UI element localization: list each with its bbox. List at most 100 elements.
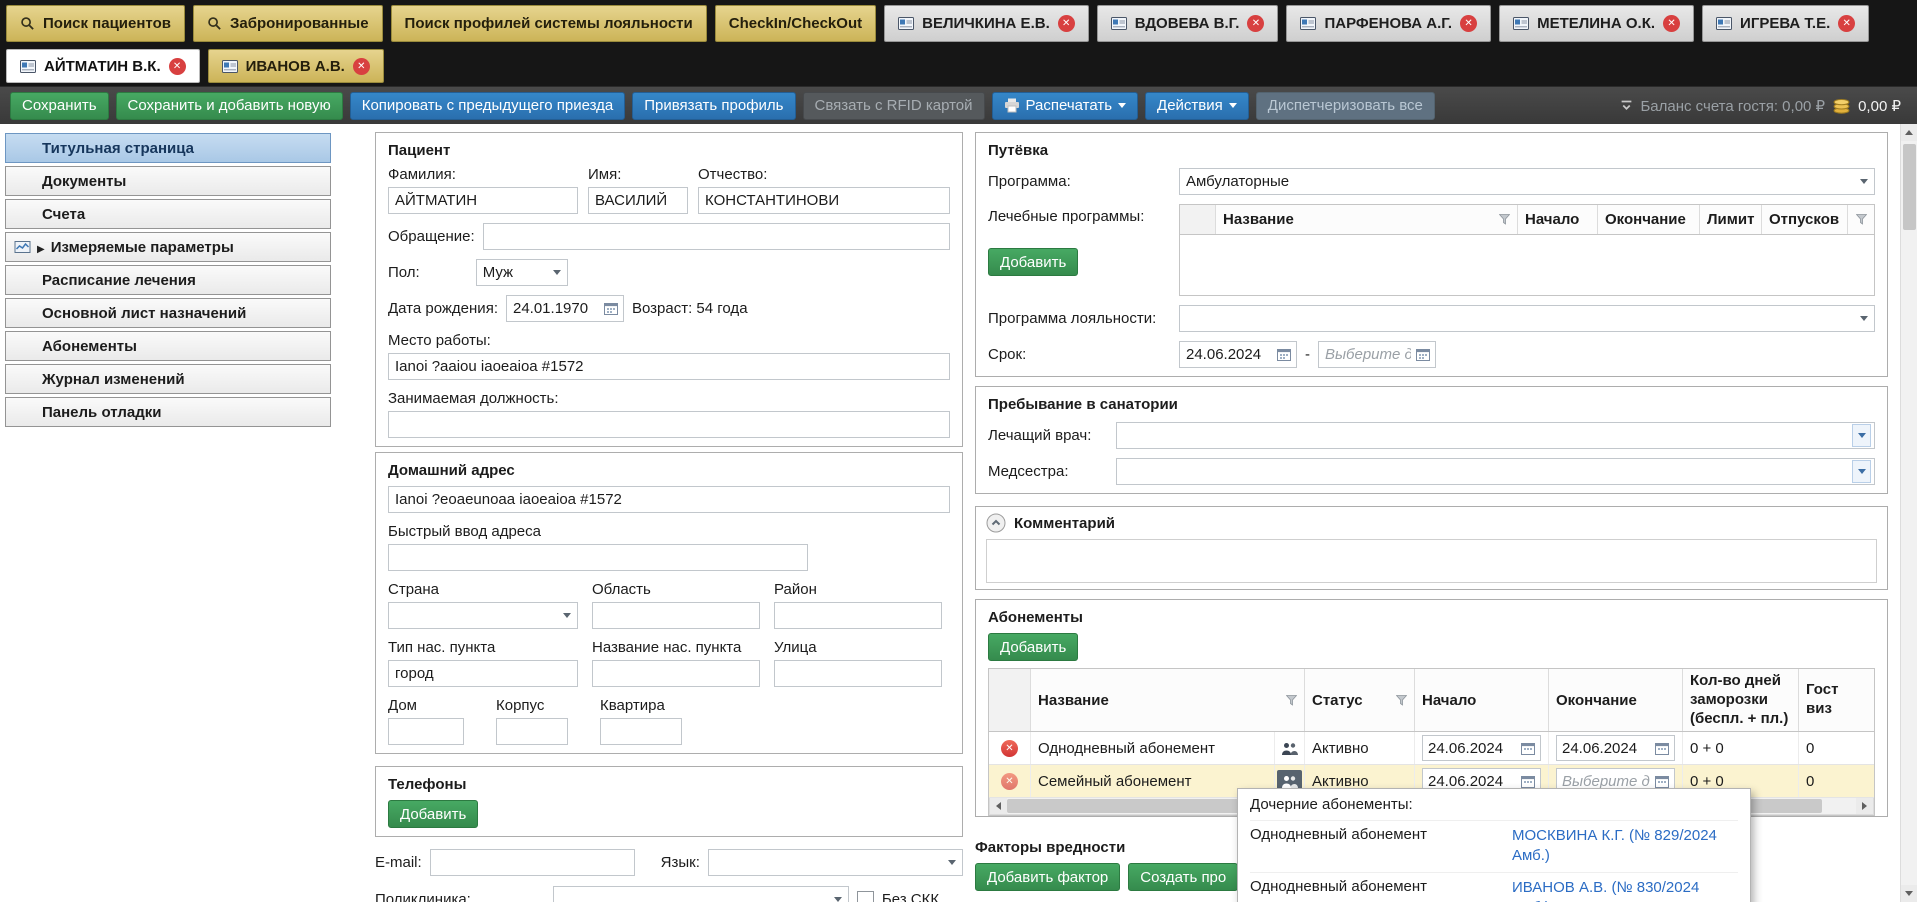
close-tab-icon[interactable] (1838, 15, 1855, 32)
calendar-icon[interactable] (1277, 348, 1291, 361)
comment-input[interactable] (986, 539, 1877, 583)
chevron-down-icon[interactable] (1852, 424, 1871, 447)
child-subscription-link[interactable]: ИВАНОВ А.В. (№ 830/2024 Амб.) (1512, 878, 1734, 902)
filter-icon[interactable] (1499, 214, 1510, 225)
program-select[interactable]: Амбулаторные (1179, 168, 1875, 195)
flat-input[interactable] (600, 718, 682, 745)
tab-booked[interactable]: Забронированные (193, 5, 383, 42)
sidebar-item-change-log[interactable]: Журнал изменений (5, 364, 331, 394)
actions-button[interactable]: Действия (1145, 92, 1249, 120)
chevron-down-icon[interactable] (1852, 460, 1871, 483)
save-and-add-button[interactable]: Сохранить и добавить новую (116, 92, 343, 120)
column-header-freeze-days[interactable]: Кол-во дней заморозки (беспл. + пл.) (1683, 669, 1799, 731)
subscription-end-date[interactable]: 24.06.2024 (1556, 735, 1675, 761)
close-tab-icon[interactable] (1460, 15, 1477, 32)
term-start-date-input[interactable] (1179, 341, 1297, 368)
district-input[interactable] (774, 602, 942, 629)
scroll-right-arrow-icon[interactable] (1856, 798, 1873, 814)
tab-loyalty-profiles-search[interactable]: Поиск профилей системы лояльности (391, 5, 707, 42)
settlement-type-input[interactable] (388, 660, 578, 687)
calendar-icon[interactable] (1416, 348, 1430, 361)
copy-previous-visit-button[interactable]: Копировать с предыдущего приезда (350, 92, 626, 120)
full-address-input[interactable] (388, 486, 950, 513)
bind-profile-button[interactable]: Привязать профиль (632, 92, 795, 120)
column-header-start[interactable]: Начало (1415, 669, 1549, 731)
tab-patient-metelina[interactable]: МЕТЕЛИНА О.К. (1499, 5, 1694, 42)
column-header-end[interactable]: Окончание (1598, 205, 1700, 234)
workplace-input[interactable] (388, 353, 950, 380)
family-members-icon[interactable] (1277, 737, 1302, 759)
email-input[interactable] (430, 849, 635, 876)
close-tab-icon[interactable] (353, 58, 370, 75)
tab-patient-velichkina[interactable]: ВЕЛИЧКИНА Е.В. (884, 5, 1089, 42)
calendar-icon[interactable] (604, 302, 618, 315)
close-tab-icon[interactable] (1247, 15, 1264, 32)
close-tab-icon[interactable] (169, 58, 186, 75)
create-profile-button[interactable]: Создать про (1128, 863, 1238, 891)
lastname-input[interactable] (388, 187, 578, 214)
clinic-select[interactable] (553, 886, 849, 902)
filter-icon[interactable] (1286, 695, 1297, 706)
calendar-icon[interactable] (1655, 775, 1669, 788)
column-header-end[interactable]: Окончание (1549, 669, 1683, 731)
filter-icon[interactable] (1856, 214, 1867, 225)
language-select[interactable] (708, 849, 963, 876)
vscroll-thumb[interactable] (1903, 144, 1916, 230)
sidebar-item-measured-params[interactable]: Измеряемые параметры (5, 232, 331, 262)
sidebar-item-accounts[interactable]: Счета (5, 199, 331, 229)
window-vscrollbar[interactable] (1900, 124, 1917, 902)
column-header-status[interactable]: Статус (1305, 669, 1415, 731)
tab-patient-parfenova[interactable]: ПАРФЕНОВА А.Г. (1286, 5, 1491, 42)
nurse-select[interactable] (1116, 458, 1875, 485)
loyalty-program-select[interactable] (1179, 305, 1875, 332)
house-input[interactable] (388, 718, 464, 745)
position-input[interactable] (388, 411, 950, 438)
no-skk-checkbox[interactable] (857, 891, 874, 902)
column-header-start[interactable]: Начало (1518, 205, 1598, 234)
close-tab-icon[interactable] (1663, 15, 1680, 32)
calendar-icon[interactable] (1521, 742, 1535, 755)
close-tab-icon[interactable] (1058, 15, 1075, 32)
tab-patient-igreva[interactable]: ИГРЕВА Т.Е. (1702, 5, 1869, 42)
add-treatment-program-button[interactable]: Добавить (988, 248, 1078, 276)
firstname-input[interactable] (588, 187, 688, 214)
filter-icon[interactable] (1396, 695, 1407, 706)
collapse-icon[interactable] (986, 513, 1006, 533)
column-header-filter[interactable] (1848, 205, 1874, 234)
add-subscription-button[interactable]: Добавить (988, 633, 1078, 661)
term-end-date-input[interactable] (1318, 341, 1436, 368)
print-button[interactable]: Распечатать (992, 92, 1139, 120)
add-factor-button[interactable]: Добавить фактор (975, 863, 1120, 891)
expand-arrow-icon[interactable] (37, 239, 45, 256)
scroll-up-arrow-icon[interactable] (1901, 124, 1917, 141)
sidebar-item-documents[interactable]: Документы (5, 166, 331, 196)
child-subscription-link[interactable]: МОСКВИНА К.Г. (№ 829/2024 Амб.) (1512, 826, 1734, 865)
sidebar-item-debug-panel[interactable]: Панель отладки (5, 397, 331, 427)
country-select[interactable] (388, 602, 578, 629)
delete-subscription-icon[interactable] (1001, 773, 1018, 790)
calendar-icon[interactable] (1655, 742, 1669, 755)
column-header-lim[interactable]: Лимит (1700, 205, 1762, 234)
tab-patient-search[interactable]: Поиск пациентов (6, 5, 185, 42)
tab-patient-ivanov[interactable]: ИВАНОВ А.В. (208, 49, 384, 83)
sidebar-item-treatment-schedule[interactable]: Расписание лечения (5, 265, 331, 295)
column-header-vacations[interactable]: Отпусков (1762, 205, 1848, 234)
add-phone-button[interactable]: Добавить (388, 800, 478, 828)
salutation-input[interactable] (483, 223, 950, 250)
settlement-name-input[interactable] (592, 660, 760, 687)
doctor-select[interactable] (1116, 422, 1875, 449)
gender-select[interactable]: Муж (476, 259, 568, 286)
toolbar-overflow-icon[interactable] (1620, 99, 1633, 112)
delete-subscription-icon[interactable] (1001, 740, 1018, 757)
subscription-start-date[interactable]: 24.06.2024 (1422, 735, 1541, 761)
column-header-name[interactable]: Название (1216, 205, 1518, 234)
scroll-down-arrow-icon[interactable] (1901, 885, 1917, 902)
sidebar-item-subscriptions[interactable]: Абонементы (5, 331, 331, 361)
tab-checkin-checkout[interactable]: CheckIn/CheckOut (715, 5, 876, 42)
tab-patient-vdoveva[interactable]: ВДОВЕВА В.Г. (1097, 5, 1279, 42)
sidebar-item-prescription-sheet[interactable]: Основной лист назначений (5, 298, 331, 328)
column-header-guest-visits[interactable]: Гост виз (1799, 669, 1855, 731)
scroll-left-arrow-icon[interactable] (990, 798, 1007, 814)
calendar-icon[interactable] (1521, 775, 1535, 788)
column-header-name[interactable]: Название (1031, 669, 1305, 731)
